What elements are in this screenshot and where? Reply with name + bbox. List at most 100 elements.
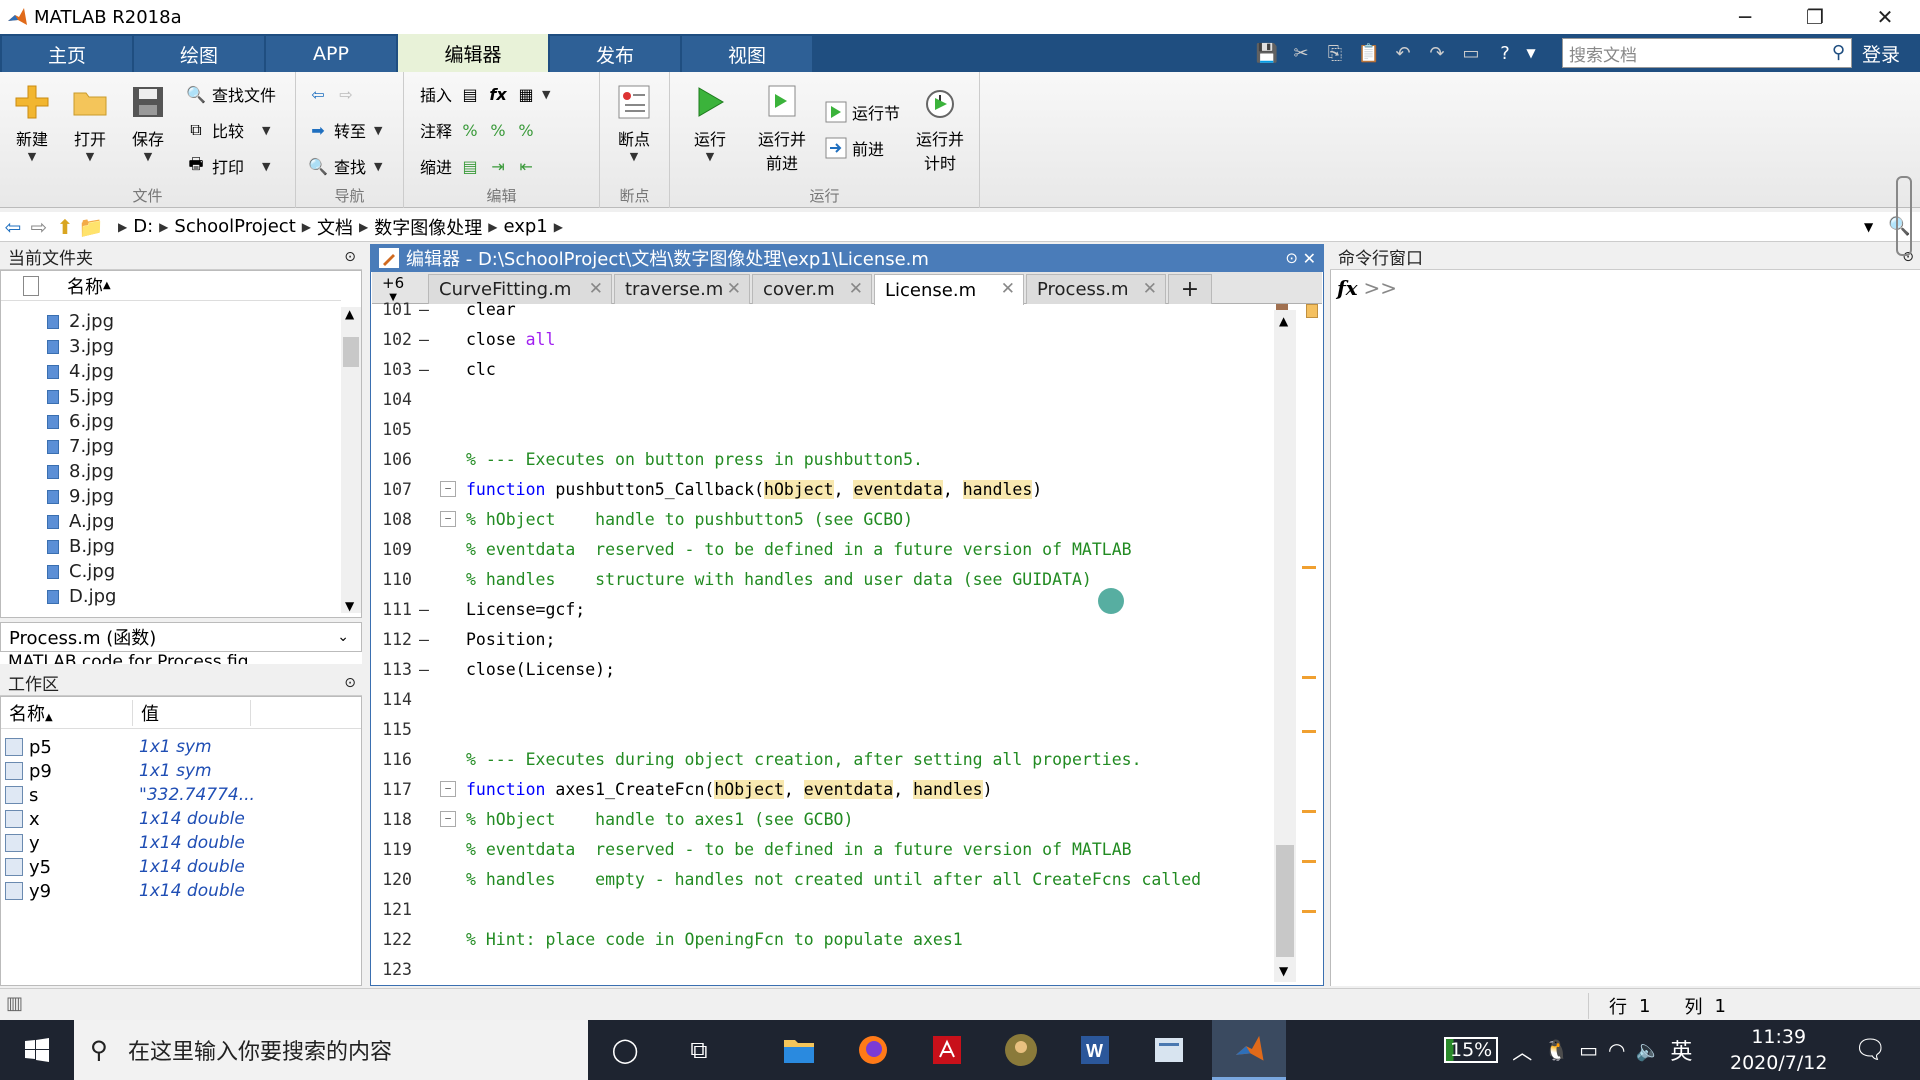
file-list-item[interactable]: 2.jpg xyxy=(47,309,114,334)
code-line[interactable]: 108 −% hObject handle to pushbutton5 (see… xyxy=(372,504,1272,534)
code-line[interactable]: 104 xyxy=(372,384,1272,414)
undo-icon[interactable]: ↶ xyxy=(1386,38,1420,68)
line-number[interactable]: 101 xyxy=(372,300,412,319)
indent-button[interactable]: 缩进 ▤ ⇥ ⇤ xyxy=(420,152,542,180)
line-number[interactable]: 113 xyxy=(372,660,412,679)
line-number[interactable]: 119 xyxy=(372,840,412,859)
run-and-time-button[interactable]: 运行并 计时 xyxy=(916,82,964,174)
analyzer-status-icon[interactable] xyxy=(1306,304,1318,318)
breadcrumb-exp1[interactable]: exp1 xyxy=(503,216,547,237)
status-grip-icon[interactable]: ▥ xyxy=(6,993,23,1014)
login-button[interactable]: 登录 xyxy=(1862,38,1900,68)
fx-icon[interactable]: fx xyxy=(486,82,510,106)
file-list-item[interactable]: D.jpg xyxy=(47,584,116,609)
line-number[interactable]: 121 xyxy=(372,900,412,919)
scroll-up-icon[interactable]: ▲ xyxy=(1279,314,1288,328)
save-icon[interactable]: 💾 xyxy=(1250,38,1284,68)
paste-icon[interactable]: 📋 xyxy=(1352,38,1386,68)
app-avatar-icon[interactable] xyxy=(984,1020,1058,1080)
breadcrumb-drive[interactable]: D: xyxy=(133,216,153,237)
run-button[interactable]: 运行 ▼ xyxy=(690,82,730,163)
fold-toggle-icon[interactable]: − xyxy=(440,811,456,827)
close-tab-icon[interactable]: ✕ xyxy=(849,279,863,299)
restore-button[interactable]: ❐ xyxy=(1780,0,1850,34)
breakpoint-gutter[interactable]: — xyxy=(412,330,436,349)
panel-options-icon[interactable]: ⊙ xyxy=(344,675,356,691)
value-column-header[interactable]: 值 xyxy=(141,699,251,726)
warning-marker[interactable] xyxy=(1302,810,1316,813)
fold-toggle-icon[interactable]: − xyxy=(440,781,456,797)
line-number[interactable]: 107 xyxy=(372,480,412,499)
scroll-up-icon[interactable]: ▲ xyxy=(345,307,354,321)
line-number[interactable]: 115 xyxy=(372,720,412,739)
notification-icon[interactable]: 🗨 xyxy=(1854,1020,1887,1080)
code-line[interactable]: 114 xyxy=(372,684,1272,714)
find-button[interactable]: 🔍 查找 ▼ xyxy=(306,152,382,180)
warning-marker[interactable] xyxy=(1302,860,1316,863)
code-line[interactable]: 112— Position; xyxy=(372,624,1272,654)
line-number[interactable]: 106 xyxy=(372,450,412,469)
tab-editor[interactable]: 编辑器 xyxy=(398,34,548,72)
breakpoint-gutter[interactable]: — xyxy=(412,660,436,679)
warning-marker[interactable] xyxy=(1302,910,1316,913)
code-line[interactable]: 117 − function axes1_CreateFcn(hObject, ev… xyxy=(372,774,1272,804)
close-tab-icon[interactable]: ✕ xyxy=(589,279,603,299)
line-number[interactable]: 122 xyxy=(372,930,412,949)
line-number[interactable]: 117 xyxy=(372,780,412,799)
scroll-down-icon[interactable]: ▼ xyxy=(345,599,354,613)
warning-marker[interactable] xyxy=(1302,566,1316,569)
code-line[interactable]: 113— close(License); xyxy=(372,654,1272,684)
tab-publish[interactable]: 发布 xyxy=(550,36,680,72)
line-number[interactable]: 120 xyxy=(372,870,412,889)
print-button[interactable]: 🖶 打印 ▼ xyxy=(184,152,270,180)
line-number[interactable]: 103 xyxy=(372,360,412,379)
firefox-icon[interactable] xyxy=(836,1020,910,1080)
line-number[interactable]: 123 xyxy=(372,960,412,979)
code-line[interactable]: 111— License=gcf; xyxy=(372,594,1272,624)
workspace-variable-row[interactable]: p9 1x1 sym xyxy=(5,759,355,783)
more-tabs-button[interactable]: +6 ▼ xyxy=(382,274,404,303)
breakpoints-button[interactable]: 断点 ▼ xyxy=(614,82,654,163)
tab-apps[interactable]: APP xyxy=(266,36,396,72)
wifi-icon[interactable]: ◠ xyxy=(1608,1038,1625,1062)
cortana-icon[interactable]: ◯ xyxy=(588,1020,662,1080)
close-tab-icon[interactable]: ✕ xyxy=(1001,279,1015,299)
scroll-down-icon[interactable]: ▼ xyxy=(1279,964,1288,978)
warning-marker[interactable] xyxy=(1302,676,1316,679)
breakpoint-gutter[interactable]: — xyxy=(412,600,436,619)
qq-icon[interactable]: 🐧 xyxy=(1544,1038,1569,1062)
new-button[interactable]: 新建 ▼ xyxy=(12,82,52,163)
fold-toggle-icon[interactable]: − xyxy=(440,481,456,497)
code-line[interactable]: 107 − function pushbutton5_Callback(hObjec… xyxy=(372,474,1272,504)
workspace-variable-row[interactable]: y 1x14 double xyxy=(5,831,355,855)
name-column-header[interactable]: 名称 xyxy=(67,273,103,299)
chevron-up-icon[interactable]: ︿ xyxy=(1512,1036,1532,1065)
details-panel-header[interactable]: Process.m (函数) ⌄ xyxy=(0,622,362,652)
notes-app-icon[interactable] xyxy=(1132,1020,1206,1080)
taskbar-search-input[interactable]: ⚲ 在这里输入你要搜索的内容 xyxy=(74,1020,588,1080)
find-files-button[interactable]: 🔍 查找文件 xyxy=(184,80,276,108)
matlab-taskbar-icon[interactable] xyxy=(1212,1020,1286,1080)
breakpoint-gutter[interactable]: — xyxy=(412,360,436,379)
breadcrumb-schoolproject[interactable]: SchoolProject xyxy=(174,216,295,237)
code-line[interactable]: 106 % --- Executes on button press in pus… xyxy=(372,444,1272,474)
word-icon[interactable]: W xyxy=(1058,1020,1132,1080)
close-tab-icon[interactable]: ✕ xyxy=(727,279,741,299)
save-button[interactable]: 保存 ▼ xyxy=(128,82,168,163)
cut-icon[interactable]: ✂ xyxy=(1284,38,1318,68)
file-list-item[interactable]: 4.jpg xyxy=(47,359,114,384)
code-line[interactable]: 105 xyxy=(372,414,1272,444)
back-arrow-icon[interactable]: ⇦ xyxy=(0,215,26,239)
line-number[interactable]: 102 xyxy=(372,330,412,349)
help-icon[interactable]: ? xyxy=(1488,38,1522,68)
code-line[interactable]: 122 % Hint: place code in OpeningFcn to p… xyxy=(372,924,1272,954)
editor-scrollbar[interactable]: ▲ ▼ xyxy=(1274,310,1296,982)
code-line[interactable]: 121 xyxy=(372,894,1272,924)
pdf-reader-icon[interactable] xyxy=(910,1020,984,1080)
file-list-item[interactable]: 7.jpg xyxy=(47,434,114,459)
open-button[interactable]: 打开 ▼ xyxy=(70,82,110,163)
battery-icon[interactable]: ▭ xyxy=(1579,1038,1598,1062)
run-section-button[interactable]: 运行节 xyxy=(824,98,900,126)
workspace-variable-row[interactable]: p5 1x1 sym xyxy=(5,735,355,759)
code-line[interactable]: 115 xyxy=(372,714,1272,744)
